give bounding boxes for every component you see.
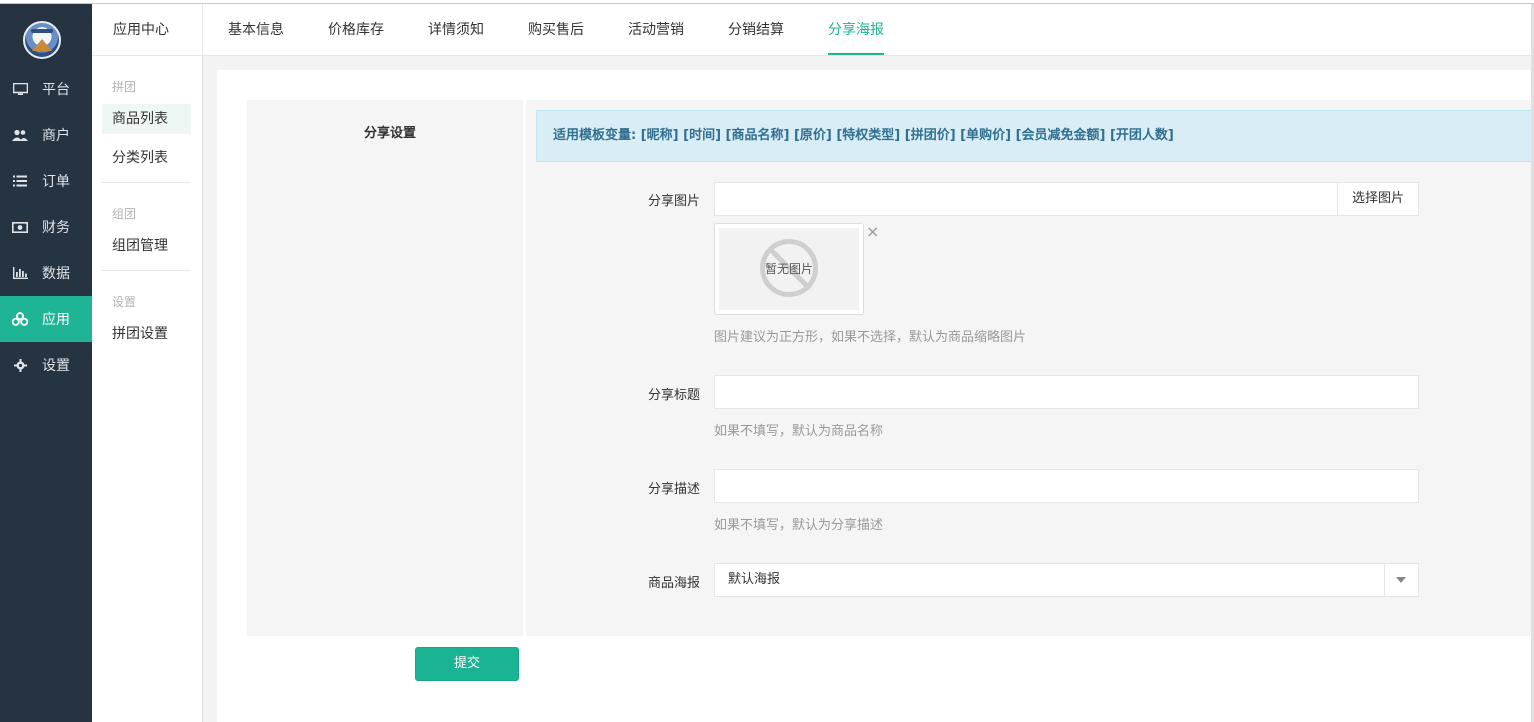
bar-chart-icon (12, 266, 28, 280)
subnav-item-pintuan-settings[interactable]: 拼团设置 (102, 319, 191, 349)
nav-label: 财务 (42, 220, 70, 236)
subnav-group-pintuan: 拼团 商品列表 分类列表 (92, 56, 202, 183)
share-image-input[interactable] (714, 182, 1338, 216)
section-title: 分享设置 (363, 126, 416, 141)
list-icon (12, 174, 28, 188)
nav-label: 设置 (42, 358, 70, 374)
tab-marketing[interactable]: 活动营销 (628, 4, 684, 55)
close-icon[interactable]: × (866, 224, 879, 240)
nav-item-orders[interactable]: 订单 (0, 158, 92, 204)
subnav-group-title: 组团 (112, 207, 137, 221)
share-desc-help: 如果不填写，默认为分享描述 (714, 518, 884, 533)
chevron-down-icon (1396, 577, 1406, 583)
nav-label: 数据 (42, 266, 70, 282)
tab-share-poster[interactable]: 分享海报 (828, 4, 884, 55)
section-label-column: 分享设置 (247, 100, 523, 636)
tab-bar: 基本信息 价格库存 详情须知 购买售后 活动营销 分销结算 分享海报 (203, 4, 1534, 56)
nav-item-settings[interactable]: 设置 (0, 342, 92, 388)
subnav-group-title: 设置 (112, 295, 137, 309)
apps-icon (12, 312, 28, 326)
logo-band (31, 29, 53, 33)
poster-label: 商品海报 (647, 576, 700, 591)
subnav-group-title: 拼团 (112, 80, 137, 94)
tab-details[interactable]: 详情须知 (428, 4, 484, 55)
subnav-item-product-list[interactable]: 商品列表 (102, 104, 191, 134)
nav-label: 应用 (42, 312, 70, 328)
main-nav: 平台 商户 订单 财务 数据 应用 设置 (0, 66, 92, 388)
nav-label: 商户 (42, 128, 70, 144)
logo-mountain (32, 39, 52, 51)
poster-select-value: 默认海报 (728, 572, 781, 587)
share-desc-input[interactable] (714, 469, 1419, 503)
nav-label: 订单 (42, 174, 70, 190)
share-image-help: 图片建议为正方形，如果不选择，默认为商品缩略图片 (714, 330, 1027, 345)
template-variables-alert: 适用模板变量: [昵称] [时间] [商品名称] [原价] [特权类型] [拼团… (536, 110, 1534, 162)
share-title-input[interactable] (714, 375, 1419, 409)
nav-item-finance[interactable]: 财务 (0, 204, 92, 250)
app-logo[interactable] (23, 21, 61, 59)
subnav-item-group-manage[interactable]: 组团管理 (102, 231, 191, 261)
subnav-item-category-list[interactable]: 分类列表 (102, 143, 191, 173)
subnav-group-zutuan: 组团 组团管理 (92, 183, 202, 271)
nav-item-merchant[interactable]: 商户 (0, 112, 92, 158)
main-sidebar: 平台 商户 订单 财务 数据 应用 设置 (0, 4, 92, 722)
money-icon (12, 220, 28, 234)
nav-item-platform[interactable]: 平台 (0, 66, 92, 112)
share-desc-label: 分享描述 (647, 482, 700, 497)
users-icon (12, 128, 28, 142)
gear-icon (12, 358, 28, 372)
tab-after-sales[interactable]: 购买售后 (528, 4, 584, 55)
share-image-label: 分享图片 (647, 194, 700, 209)
nav-item-apps[interactable]: 应用 (0, 296, 92, 342)
column-divider (523, 100, 526, 636)
share-settings-form: 分享设置 适用模板变量: [昵称] [时间] [商品名称] [原价] [特权类型… (247, 100, 1534, 636)
image-preview: 暂无图片 (714, 223, 864, 315)
tab-price-stock[interactable]: 价格库存 (328, 4, 384, 55)
share-title-help: 如果不填写，默认为商品名称 (714, 424, 884, 439)
tab-distribution[interactable]: 分销结算 (728, 4, 784, 55)
share-title-label: 分享标题 (647, 388, 700, 403)
subnav-group-settings: 设置 拼团设置 (92, 271, 202, 349)
poster-select[interactable]: 默认海报 (714, 563, 1419, 597)
no-image-text: 暂无图片 (764, 262, 813, 276)
tab-basic-info[interactable]: 基本信息 (228, 4, 284, 55)
select-image-button[interactable]: 选择图片 (1337, 182, 1419, 216)
submit-button[interactable]: 提交 (415, 647, 519, 681)
sub-sidebar: 应用中心 拼团 商品列表 分类列表 组团 组团管理 设置 拼团设置 (92, 4, 203, 722)
nav-label: 平台 (42, 82, 70, 98)
subnav-header[interactable]: 应用中心 (92, 4, 202, 56)
no-image-placeholder: 暂无图片 (719, 228, 859, 310)
monitor-icon (12, 82, 28, 96)
select-divider (1384, 564, 1385, 596)
nav-item-data[interactable]: 数据 (0, 250, 92, 296)
